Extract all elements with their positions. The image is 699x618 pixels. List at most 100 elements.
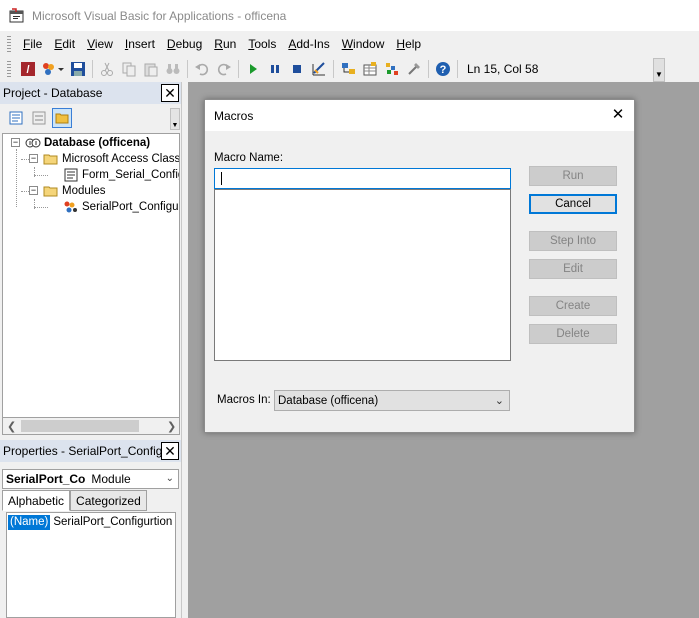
properties-tabs: Alphabetic Categorized	[2, 490, 147, 511]
menu-bar: File Edit View Insert Debug Run Tools Ad…	[0, 31, 699, 56]
cancel-button[interactable]: Cancel	[529, 194, 617, 214]
redo-icon[interactable]	[214, 59, 234, 79]
reset-icon[interactable]	[287, 59, 307, 79]
dialog-close-button[interactable]: ✕	[610, 107, 626, 123]
project-panel-title: Project - Database ✕	[0, 82, 182, 104]
macro-name-label: Macro Name:	[214, 152, 284, 164]
menu-help[interactable]: Help	[390, 34, 427, 54]
object-browser-icon[interactable]	[382, 59, 402, 79]
view-access-icon[interactable]: /	[18, 59, 38, 79]
menu-view[interactable]: View	[81, 34, 119, 54]
tab-categorized[interactable]: Categorized	[70, 490, 147, 511]
object-type: Module	[91, 472, 131, 486]
close-icon: ✕	[164, 85, 176, 101]
cut-icon[interactable]	[97, 59, 117, 79]
menu-insert[interactable]: Insert	[119, 34, 161, 54]
vba-app-icon	[8, 7, 26, 25]
toolbox-icon[interactable]	[404, 59, 424, 79]
menu-edit[interactable]: Edit	[48, 34, 81, 54]
object-name: SerialPort_Co	[6, 472, 86, 486]
view-object-button[interactable]	[29, 108, 49, 128]
panel-splitter[interactable]	[181, 82, 188, 618]
toolbar-separator	[238, 60, 239, 78]
tab-alphabetic[interactable]: Alphabetic	[2, 490, 71, 511]
insert-module-icon[interactable]	[40, 59, 66, 79]
macros-dialog: Macros ✕ Macro Name: Run Cancel Step Int…	[204, 99, 635, 433]
toolbar-separator	[457, 60, 458, 78]
property-row[interactable]: (Name) SerialPort_Configurtion	[8, 515, 172, 530]
macros-in-select[interactable]: Database (officena) ⌄	[274, 390, 510, 411]
tree-collapse-modules[interactable]: −	[29, 186, 38, 195]
tree-item-database[interactable]: Database (officena)	[25, 135, 150, 151]
view-code-button[interactable]	[6, 108, 26, 128]
macros-in-label: Macros In:	[217, 394, 271, 406]
property-name[interactable]: (Name)	[8, 515, 51, 530]
scroll-left-icon[interactable]: ❮	[7, 420, 16, 433]
menu-grip[interactable]	[7, 35, 11, 52]
cursor-position: Ln 15, Col 58	[467, 62, 539, 76]
help-icon[interactable]: ?	[433, 59, 453, 79]
toggle-folders-button[interactable]	[52, 108, 72, 128]
tree-folder-modules[interactable]: Modules	[43, 183, 105, 199]
title-bar: Microsoft Visual Basic for Applications …	[0, 0, 699, 31]
menu-debug[interactable]: Debug	[161, 34, 208, 54]
copy-icon[interactable]	[119, 59, 139, 79]
properties-icon[interactable]	[360, 59, 380, 79]
properties-panel-close-button[interactable]: ✕	[161, 442, 179, 460]
macro-name-input[interactable]	[214, 168, 511, 189]
break-icon[interactable]	[265, 59, 285, 79]
toolbar-separator	[187, 60, 188, 78]
edit-button[interactable]: Edit	[529, 259, 617, 279]
svg-text:/: /	[26, 64, 29, 76]
form-icon	[63, 168, 79, 182]
tree-connector	[34, 175, 48, 176]
properties-object-select[interactable]: SerialPort_Co Module ⌄	[2, 469, 179, 489]
project-panel-close-button[interactable]: ✕	[161, 84, 179, 102]
save-icon[interactable]	[68, 59, 88, 79]
tree-item-form[interactable]: Form_Serial_Config	[63, 167, 179, 183]
tree-collapse-class-objects[interactable]: −	[29, 154, 38, 163]
menu-tools[interactable]: Tools	[242, 34, 282, 54]
toolbar-grip[interactable]	[7, 61, 11, 77]
toolbar-overflow-button[interactable]: ▼	[653, 58, 665, 82]
svg-text:?: ?	[440, 64, 447, 76]
tree-collapse-root[interactable]: −	[11, 138, 20, 147]
menu-file[interactable]: File	[17, 34, 48, 54]
project-panel-title-text: Project - Database	[3, 86, 103, 100]
folder-open-icon	[43, 184, 59, 198]
macro-list[interactable]	[214, 189, 511, 361]
module-icon	[63, 200, 79, 214]
menu-window[interactable]: Window	[336, 34, 391, 54]
properties-panel-title: Properties - SerialPort_Configu ✕	[0, 440, 182, 462]
dialog-title: Macros	[214, 108, 254, 123]
tree-folder-class-objects[interactable]: Microsoft Access Class O	[43, 151, 179, 167]
delete-button[interactable]: Delete	[529, 324, 617, 344]
properties-grid: (Name) SerialPort_Configurtion	[6, 512, 176, 618]
run-icon[interactable]	[243, 59, 263, 79]
create-button[interactable]: Create	[529, 296, 617, 316]
paste-icon[interactable]	[141, 59, 161, 79]
toolbar-separator	[92, 60, 93, 78]
scrollbar-thumb[interactable]	[21, 420, 139, 432]
design-mode-icon[interactable]	[309, 59, 329, 79]
menu-add-ins[interactable]: Add-Ins	[282, 34, 335, 54]
tree-item-module[interactable]: SerialPort_Configurt	[63, 199, 179, 215]
project-tree[interactable]: − Database (officena) − Microsoft Access…	[2, 133, 180, 418]
project-tree-hscrollbar[interactable]: ❮ ❯	[2, 418, 180, 435]
scroll-right-icon[interactable]: ❯	[167, 420, 176, 433]
property-value[interactable]: SerialPort_Configurtion	[50, 515, 172, 530]
chevron-down-icon: ⌄	[494, 395, 504, 407]
find-icon[interactable]	[163, 59, 183, 79]
project-explorer-icon[interactable]	[338, 59, 358, 79]
dialog-title-bar: Macros ✕	[205, 100, 634, 131]
window-title: Microsoft Visual Basic for Applications …	[32, 8, 287, 23]
standard-toolbar: / ? Ln 15, Col 58	[0, 56, 665, 82]
step-into-button[interactable]: Step Into	[529, 231, 617, 251]
run-button[interactable]: Run	[529, 166, 617, 186]
project-toolbar-overflow[interactable]: ▼	[170, 108, 180, 130]
menu-run[interactable]: Run	[208, 34, 242, 54]
toolbar-separator	[333, 60, 334, 78]
undo-icon[interactable]	[192, 59, 212, 79]
tree-connector	[34, 207, 48, 208]
toolbar-separator	[428, 60, 429, 78]
